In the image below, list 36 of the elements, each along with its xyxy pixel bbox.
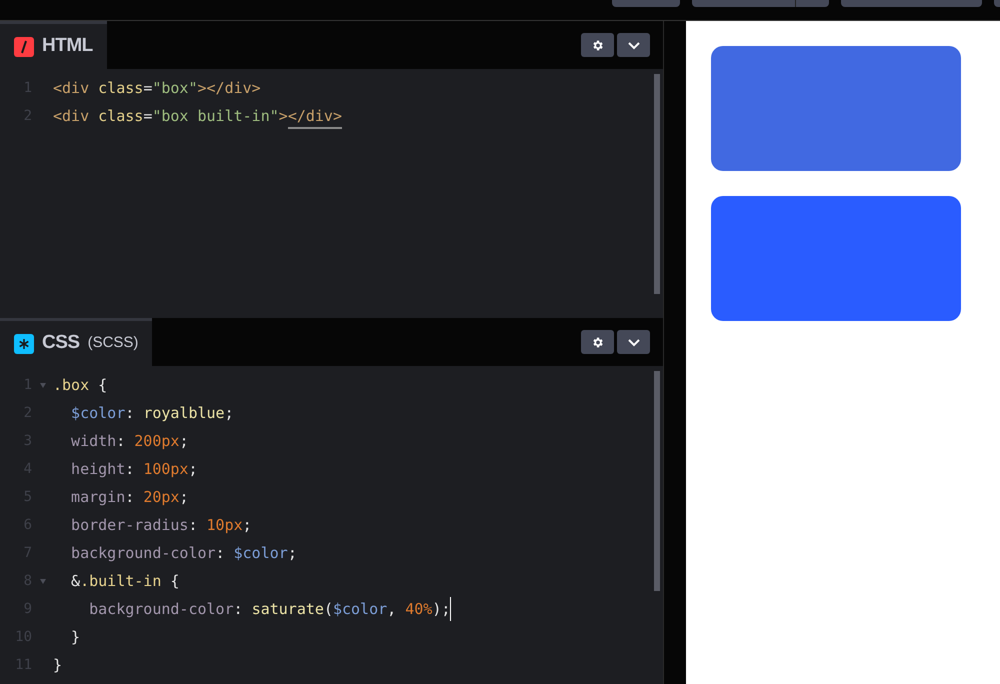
toolbar-button[interactable]: [994, 0, 1000, 7]
code-line: background-color: saturate($color, 40%);: [88, 599, 450, 620]
scrollbar[interactable]: [654, 371, 660, 591]
text-cursor: [450, 597, 452, 621]
slash-logo-icon: [14, 36, 34, 56]
scrollbar[interactable]: [654, 74, 660, 294]
chevron-down-icon: [626, 40, 640, 50]
code-line: &.built-in {: [70, 571, 180, 592]
code-line: border-radius: 10px;: [70, 515, 252, 536]
code-line: }: [70, 627, 80, 648]
editor-tab[interactable]: HTML: [0, 21, 107, 69]
code-line: margin: 20px;: [70, 487, 188, 508]
tab-title: HTML: [42, 34, 93, 58]
toolbar-button[interactable]: [796, 0, 829, 7]
code-line: $color: royalblue;: [70, 403, 234, 424]
editor-tab[interactable]: CSS (SCSS): [0, 318, 152, 366]
code-line: background-color: $color;: [70, 543, 297, 564]
settings-icon: [591, 336, 604, 348]
code-line: }: [53, 655, 62, 676]
asterisk-logo-icon: [14, 334, 34, 354]
settings-button[interactable]: [581, 33, 614, 57]
tab-subtitle: (SCSS): [88, 333, 138, 354]
collapse-button[interactable]: [617, 33, 650, 57]
settings-icon: [591, 38, 604, 52]
fold-arrow-icon[interactable]: [40, 382, 46, 388]
collapse-button[interactable]: [617, 330, 650, 354]
fold-arrow-icon[interactable]: [40, 578, 46, 584]
code-line: .box {: [53, 375, 108, 396]
settings-button[interactable]: [581, 330, 614, 354]
toolbar-button[interactable]: [612, 0, 680, 7]
code-line: height: 100px;: [70, 459, 198, 480]
code-line: <div class="box built-in"></div>: [53, 102, 342, 130]
code-line: <div class="box"></div>: [53, 78, 261, 99]
chevron-down-icon: [626, 338, 640, 346]
code-line: width: 200px;: [70, 431, 188, 452]
tab-title: CSS: [42, 331, 80, 356]
